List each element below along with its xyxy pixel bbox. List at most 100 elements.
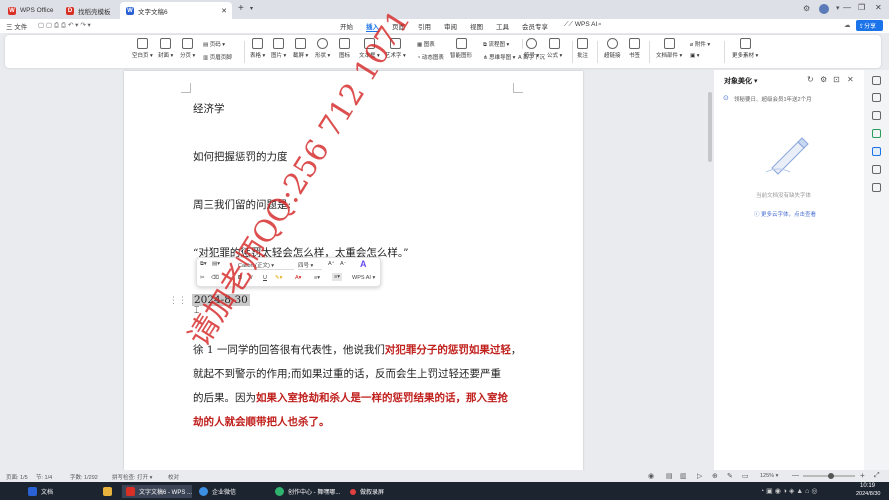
page-number-button[interactable]: ▤ 页码 ▾ bbox=[203, 40, 225, 48]
quick-access-icons[interactable]: ▢ ▢ ⎙ ⎙ ↶ ▾ ↷ ▾ bbox=[38, 21, 91, 30]
ai-format-icon[interactable]: A bbox=[360, 259, 367, 269]
gear-icon[interactable]: ⚙ bbox=[820, 75, 827, 84]
mindmap-button[interactable]: ⋔ 思维导图 ▾ bbox=[483, 53, 515, 61]
attachment-button[interactable]: ⌀ 附件 ▾ bbox=[690, 40, 710, 48]
tab-dropdown-icon[interactable]: ▾ bbox=[250, 5, 253, 12]
drag-handle-icon[interactable]: ⋮⋮ bbox=[169, 295, 187, 306]
grow-font-icon[interactable]: A⁺ bbox=[328, 261, 335, 267]
menu-review[interactable]: 审阅 bbox=[444, 21, 457, 31]
zoom-slider[interactable] bbox=[803, 473, 855, 479]
bold-button[interactable]: B bbox=[238, 275, 242, 281]
menu-member[interactable]: 会员专享 bbox=[522, 21, 548, 31]
line-spacing-icon[interactable]: ≡▾ bbox=[314, 275, 320, 281]
close-tab-icon[interactable]: ✕ bbox=[221, 7, 227, 15]
icon-library-button[interactable]: 图标 bbox=[339, 38, 350, 59]
screenshot-button[interactable]: 截屏 ▾ bbox=[293, 38, 308, 59]
doc-paragraph-line2[interactable]: 就起不到警示的作用;而如果过重的话，反而会生上罚过轻还要严重 bbox=[193, 366, 501, 381]
taskbar-creator[interactable]: 创作中心 - 舞嘿哪... bbox=[275, 485, 340, 498]
header-footer-button[interactable]: ▥ 页眉页脚 bbox=[203, 53, 232, 61]
spell-check-toggle[interactable]: 拼写检查: 打开 ▾ bbox=[112, 473, 152, 481]
play-icon[interactable]: ▷ bbox=[697, 472, 702, 480]
eye-icon[interactable]: ◉ bbox=[648, 472, 654, 480]
select-tool-icon[interactable] bbox=[872, 76, 881, 85]
new-tab-icon[interactable]: + bbox=[238, 3, 244, 14]
panel-title[interactable]: 对象美化 ▾ bbox=[724, 76, 757, 86]
settings-icon[interactable]: ⚙ bbox=[803, 4, 810, 13]
smart-graphic-button[interactable]: 智能图形 bbox=[450, 38, 472, 59]
dynamic-chart-button[interactable]: ◔ 动态图表 bbox=[417, 53, 444, 61]
picture-button[interactable]: 图片 ▾ bbox=[271, 38, 286, 59]
outline-icon[interactable]: ▭ bbox=[742, 472, 749, 480]
align-icon[interactable]: ≡▾ bbox=[332, 273, 342, 281]
word-count[interactable]: 字数: 1/292 bbox=[70, 473, 98, 481]
comment-button[interactable]: 批注 bbox=[577, 38, 588, 59]
refresh-icon[interactable]: ↻ bbox=[807, 75, 814, 84]
close-panel-icon[interactable]: ✕ bbox=[847, 75, 854, 84]
taskbar-documents[interactable]: 文档 bbox=[28, 485, 53, 498]
wps-ai-menu[interactable]: ⟋⟋ WPS AI bbox=[564, 21, 597, 29]
dropdown-icon[interactable]: ▾ bbox=[836, 4, 840, 12]
symbol-button[interactable]: 符号 ▾ bbox=[524, 38, 539, 59]
hyperlink-button[interactable]: 超链接 bbox=[604, 38, 621, 59]
underline-button[interactable]: U bbox=[263, 275, 267, 281]
search-icon[interactable]: ⌕ bbox=[598, 21, 602, 29]
taskbar-wecom[interactable]: 企业微信 bbox=[199, 485, 236, 498]
share-tool-icon[interactable] bbox=[872, 165, 881, 174]
menu-view[interactable]: 视图 bbox=[470, 21, 483, 31]
copy-icon[interactable]: ⧉▾ bbox=[200, 261, 207, 268]
font-color-icon[interactable]: A▾ bbox=[295, 275, 301, 281]
zoom-slider-thumb[interactable] bbox=[828, 473, 834, 479]
read-view-icon[interactable]: ▥ bbox=[680, 472, 687, 480]
tab-document[interactable]: W 文字文稿6 ✕ bbox=[120, 2, 232, 19]
menu-insert[interactable]: 插入 bbox=[366, 21, 379, 32]
more-fonts-link[interactable]: ⓘ 更多云字体，点击查看 bbox=[754, 210, 816, 218]
system-tray-icons[interactable]: ◔ ▣ ◉ ◑ ◈ ▲ ⌂ ◎ bbox=[760, 487, 817, 495]
page-view-icon[interactable]: ▤ bbox=[666, 472, 673, 480]
web-view-icon[interactable]: ⊕ bbox=[712, 472, 718, 480]
fullscreen-icon[interactable]: ⤢ bbox=[874, 472, 880, 480]
cursor-tool-icon[interactable] bbox=[872, 93, 881, 102]
minimize-icon[interactable]: — bbox=[843, 3, 851, 12]
menu-page[interactable]: 页面 bbox=[392, 21, 405, 31]
taskbar-explorer[interactable] bbox=[103, 485, 116, 498]
document-parts-button[interactable]: 文档部件 ▾ bbox=[656, 38, 682, 59]
tab-wps-office[interactable]: W WPS Office bbox=[2, 2, 58, 19]
section-indicator[interactable]: 节: 1/4 bbox=[36, 473, 52, 481]
date-field-button[interactable]: ▣ ▾ bbox=[690, 53, 700, 59]
zoom-in-icon[interactable]: + bbox=[860, 471, 865, 480]
doc-line-topic[interactable]: 如何把握惩罚的力度 bbox=[193, 149, 288, 164]
avatar[interactable] bbox=[819, 4, 829, 14]
wps-ai-format-button[interactable]: WPS AI ▾ bbox=[352, 275, 375, 281]
font-family-select[interactable]: Calibri (正文) ▾ bbox=[238, 261, 294, 270]
taskbar-recorder[interactable]: 做叙录屏 bbox=[350, 485, 384, 498]
font-size-select[interactable]: 四号 ▾ bbox=[298, 261, 322, 270]
maximize-icon[interactable]: ❐ bbox=[858, 3, 865, 12]
paste-icon[interactable]: ▤▾ bbox=[212, 261, 220, 267]
vertical-scrollbar[interactable] bbox=[706, 70, 714, 470]
shape-button[interactable]: 形状 ▾ bbox=[315, 38, 330, 59]
doc-paragraph-line4[interactable]: 劫的人就会顺带把人也杀了。 bbox=[193, 414, 330, 429]
menu-start[interactable]: 开始 bbox=[340, 21, 353, 31]
wordart-button[interactable]: 艺术字 ▾ bbox=[385, 38, 406, 59]
tab-template[interactable]: D 找稻壳模板 bbox=[60, 2, 118, 19]
clock-time[interactable]: 10:19 bbox=[860, 483, 875, 489]
proofread-button[interactable]: 校对 bbox=[168, 473, 179, 481]
scrollbar-thumb[interactable] bbox=[708, 92, 712, 162]
textbox-button[interactable]: 文本框 ▾ bbox=[359, 38, 380, 59]
selected-date-text[interactable]: 2024-8-30 bbox=[192, 294, 250, 306]
style-tool-icon[interactable] bbox=[872, 111, 881, 120]
file-menu[interactable]: 三 文件 bbox=[6, 21, 27, 31]
pin-icon[interactable]: ⊡ bbox=[833, 75, 840, 84]
zoom-out-icon[interactable]: — bbox=[792, 472, 799, 479]
zoom-level[interactable]: 125% ▾ bbox=[760, 473, 778, 479]
cover-button[interactable]: 封面 ▾ bbox=[158, 38, 173, 59]
blank-page-button[interactable]: 空白页 ▾ bbox=[132, 38, 153, 59]
page-break-button[interactable]: 分页 ▾ bbox=[180, 38, 195, 59]
formula-button[interactable]: 公式 ▾ bbox=[547, 38, 562, 59]
edit-tool-icon[interactable] bbox=[872, 129, 881, 138]
menu-reference[interactable]: 引用 bbox=[418, 21, 431, 31]
beautify-tool-icon[interactable] bbox=[872, 147, 881, 156]
clock-date[interactable]: 2024/8/30 bbox=[856, 491, 880, 497]
cloud-icon[interactable]: ☁ bbox=[844, 21, 851, 29]
shrink-font-icon[interactable]: A⁻ bbox=[340, 261, 347, 267]
